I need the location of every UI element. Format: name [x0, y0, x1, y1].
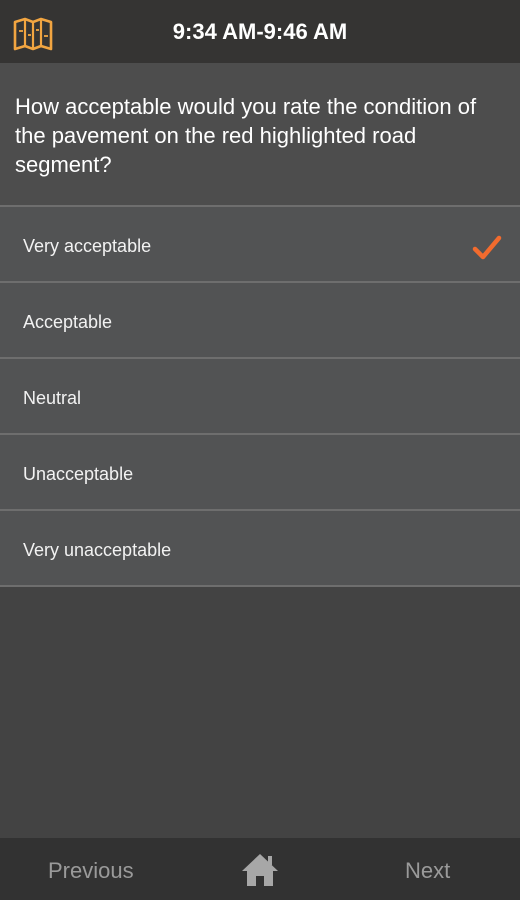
bottom-bar: Previous Next: [0, 838, 520, 900]
option-acceptable[interactable]: Acceptable: [0, 283, 520, 359]
checkmark-icon: [472, 235, 502, 260]
answer-options: Very acceptable Acceptable Neutral Unacc…: [0, 205, 520, 587]
option-very-unacceptable[interactable]: Very unacceptable: [0, 511, 520, 587]
option-label: Acceptable: [23, 312, 113, 332]
top-bar: 9:34 AM-9:46 AM: [0, 0, 520, 63]
question-text: How acceptable would you rate the condit…: [15, 94, 477, 177]
home-button[interactable]: [241, 852, 279, 888]
option-label: Neutral: [23, 388, 82, 408]
option-label: Very unacceptable: [23, 540, 172, 560]
option-label: Unacceptable: [23, 464, 134, 484]
time-range: 9:34 AM-9:46 AM: [172, 19, 348, 44]
option-very-acceptable[interactable]: Very acceptable: [0, 207, 520, 283]
next-button[interactable]: Next: [405, 858, 450, 884]
option-unacceptable[interactable]: Unacceptable: [0, 435, 520, 511]
option-label: Very acceptable: [23, 236, 152, 256]
previous-button[interactable]: Previous: [48, 858, 134, 884]
option-neutral[interactable]: Neutral: [0, 359, 520, 435]
question-area: How acceptable would you rate the condit…: [0, 63, 520, 206]
home-icon: [242, 854, 278, 886]
